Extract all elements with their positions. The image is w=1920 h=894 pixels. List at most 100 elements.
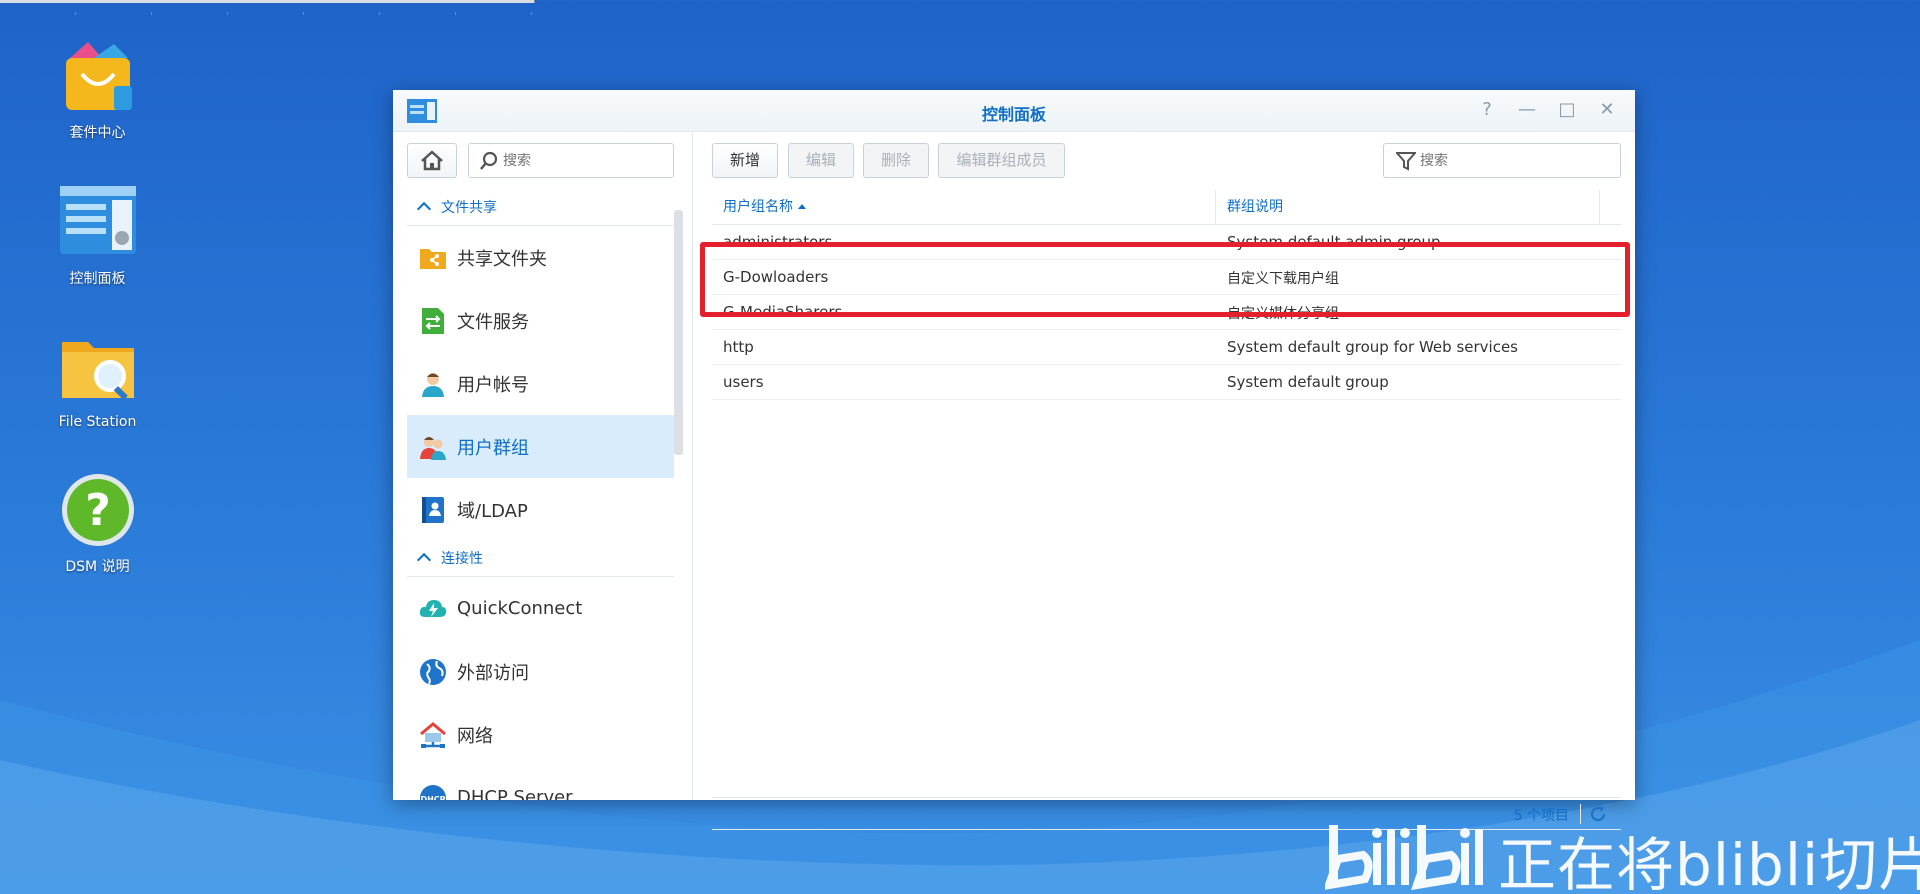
desktop-icon-label: File Station bbox=[58, 414, 137, 430]
desktop-icon-label: 控制面板 bbox=[69, 271, 126, 287]
window-titlebar[interactable]: 控制面板 ? — □ ✕ bbox=[393, 90, 1635, 132]
edit-group-members-button[interactable]: 编辑群组成员 bbox=[938, 143, 1065, 178]
taskbar-slot[interactable] bbox=[228, 12, 304, 15]
group-name-cell: administrators bbox=[723, 233, 833, 251]
svg-text:DHCP: DHCP bbox=[420, 795, 445, 801]
user-icon bbox=[422, 372, 444, 397]
sidebar-scrollbar[interactable] bbox=[674, 210, 683, 455]
column-label: 群组说明 bbox=[1227, 199, 1283, 215]
table-row[interactable]: G-Dowloaders 自定义下载用户组 bbox=[712, 260, 1621, 295]
ldap-icon bbox=[422, 496, 444, 523]
shopping-bag-icon bbox=[58, 36, 138, 116]
table-row[interactable]: G-MediaSharers 自定义媒体分享组 bbox=[712, 295, 1621, 330]
group-name-cell: http bbox=[723, 338, 754, 356]
column-label: 用户组名称 bbox=[723, 199, 793, 215]
bilibili-logo bbox=[1325, 825, 1483, 891]
sidebar-item-label: DHCP Server bbox=[457, 787, 573, 800]
edit-button[interactable]: 编辑 bbox=[788, 143, 854, 178]
group-icon bbox=[420, 436, 446, 460]
group-desc-cell: 自定义下载用户组 bbox=[1227, 271, 1339, 287]
section-title: 连接性 bbox=[441, 551, 483, 567]
column-header-group-name[interactable]: 用户组名称 bbox=[712, 190, 1216, 225]
sidebar-section-connectivity[interactable]: 连接性 bbox=[407, 541, 674, 577]
sidebar-item-label: QuickConnect bbox=[457, 598, 583, 619]
sidebar-section-file-sharing[interactable]: 文件共享 bbox=[407, 190, 674, 226]
sidebar: 文件共享 共享文件夹 文件服务 bbox=[393, 132, 693, 800]
sidebar-search-input[interactable] bbox=[503, 152, 663, 168]
shared-folder-icon bbox=[420, 248, 446, 269]
group-name-cell: users bbox=[723, 373, 764, 391]
taskbar-slot[interactable] bbox=[304, 12, 380, 15]
column-header-description[interactable]: 群组说明 bbox=[1216, 190, 1600, 225]
group-desc-cell: 自定义媒体分享组 bbox=[1227, 306, 1339, 322]
window-title: 控制面板 bbox=[981, 105, 1046, 124]
sidebar-item-label: 用户帐号 bbox=[457, 374, 529, 396]
desktop-icon-package-center[interactable]: 套件中心 bbox=[40, 36, 155, 142]
sidebar-item-network[interactable]: 网络 bbox=[407, 703, 674, 766]
taskbar-slot[interactable] bbox=[380, 12, 456, 15]
sidebar-item-label: 文件服务 bbox=[457, 311, 529, 333]
taskbar bbox=[0, 0, 535, 15]
chevron-up-icon bbox=[416, 201, 432, 217]
folder-search-icon bbox=[58, 328, 138, 408]
minimize-button[interactable]: — bbox=[1515, 98, 1539, 122]
sidebar-item-user-account[interactable]: 用户帐号 bbox=[407, 352, 674, 415]
group-name-cell: G-Dowloaders bbox=[723, 268, 829, 286]
home-icon bbox=[421, 150, 443, 171]
svg-text:?: ? bbox=[85, 485, 111, 536]
watermark-text: 正在将blibli切片 bbox=[1498, 831, 1920, 894]
desktop-icon-label: 套件中心 bbox=[69, 125, 126, 141]
control-panel-window: 控制面板 ? — □ ✕ 文件共享 bbox=[393, 90, 1635, 830]
taskbar-slot[interactable] bbox=[456, 12, 532, 15]
sort-ascending-icon bbox=[798, 204, 806, 209]
home-button[interactable] bbox=[407, 143, 457, 178]
dhcp-icon: DHCP bbox=[420, 784, 446, 801]
help-button[interactable]: ? bbox=[1475, 98, 1499, 122]
sidebar-item-label: 共享文件夹 bbox=[457, 248, 547, 270]
taskbar-slot[interactable] bbox=[152, 12, 228, 15]
sidebar-search bbox=[468, 143, 674, 178]
sidebar-item-domain-ldap[interactable]: 域/LDAP bbox=[407, 478, 674, 541]
table-row[interactable]: administrators System default admin grou… bbox=[712, 225, 1621, 260]
filter-search bbox=[1383, 143, 1621, 178]
maximize-button[interactable]: □ bbox=[1555, 98, 1579, 122]
sidebar-item-quickconnect[interactable]: QuickConnect bbox=[407, 577, 674, 640]
delete-button[interactable]: 删除 bbox=[863, 143, 929, 178]
help-icon: ? bbox=[58, 470, 138, 550]
main-panel: 新增 编辑 删除 编辑群组成员 用户组名称 群组说明 administrator… bbox=[693, 132, 1635, 830]
control-panel-icon bbox=[58, 182, 138, 262]
sidebar-list: 文件共享 共享文件夹 文件服务 用户帐号 用户群组 域/LDAP 连接性 Qui… bbox=[407, 190, 674, 800]
file-services-icon bbox=[422, 307, 444, 334]
chevron-up-icon bbox=[416, 552, 432, 568]
desktop-icon-control-panel[interactable]: 控制面板 bbox=[40, 182, 155, 288]
groups-table: 用户组名称 群组说明 administrators System default… bbox=[712, 190, 1621, 400]
taskbar-slot[interactable] bbox=[0, 12, 76, 15]
quickconnect-icon bbox=[419, 599, 447, 617]
globe-icon bbox=[420, 658, 446, 685]
sidebar-item-label: 用户群组 bbox=[457, 437, 529, 459]
sidebar-item-label: 外部访问 bbox=[457, 662, 529, 684]
table-row[interactable]: http System default group for Web servic… bbox=[712, 330, 1621, 365]
table-header: 用户组名称 群组说明 bbox=[712, 190, 1621, 225]
add-button[interactable]: 新增 bbox=[712, 143, 778, 178]
sidebar-item-file-services[interactable]: 文件服务 bbox=[407, 289, 674, 352]
sidebar-item-shared-folder[interactable]: 共享文件夹 bbox=[407, 226, 674, 289]
filter-search-input[interactable] bbox=[1420, 152, 1610, 168]
sidebar-item-external-access[interactable]: 外部访问 bbox=[407, 640, 674, 703]
desktop-icon-label: DSM 说明 bbox=[65, 559, 130, 575]
sidebar-item-label: 域/LDAP bbox=[457, 500, 528, 522]
search-icon bbox=[480, 151, 498, 170]
group-desc-cell: System default group for Web services bbox=[1227, 338, 1518, 356]
group-desc-cell: System default admin group bbox=[1227, 233, 1441, 251]
desktop-icon-dsm-help[interactable]: ? DSM 说明 bbox=[40, 470, 155, 576]
group-name-cell: G-MediaSharers bbox=[723, 303, 843, 321]
filter-icon bbox=[1396, 152, 1416, 171]
section-title: 文件共享 bbox=[441, 200, 497, 216]
sidebar-item-dhcp-server[interactable]: DHCP DHCP Server bbox=[407, 766, 674, 800]
close-button[interactable]: ✕ bbox=[1595, 98, 1619, 122]
taskbar-slot[interactable] bbox=[76, 12, 152, 15]
table-row[interactable]: users System default group bbox=[712, 365, 1621, 400]
sidebar-item-user-group[interactable]: 用户群组 bbox=[407, 415, 674, 478]
watermark: 正在将blibli切片 bbox=[1325, 818, 1920, 894]
desktop-icon-file-station[interactable]: File Station bbox=[40, 328, 155, 430]
